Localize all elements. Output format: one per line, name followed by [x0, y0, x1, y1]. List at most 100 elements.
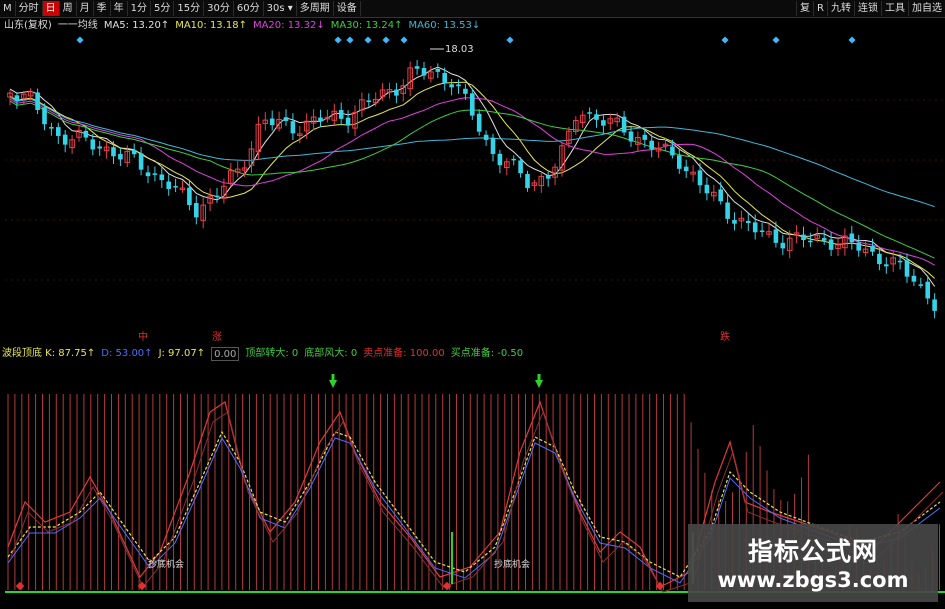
- candle: [138, 146, 144, 176]
- candle: [7, 90, 13, 106]
- candle-body: [366, 100, 372, 102]
- candle: [255, 116, 262, 160]
- candle-body: [56, 127, 61, 136]
- sell-arrow-stem: [331, 374, 335, 380]
- candle: [269, 110, 275, 131]
- candle-body: [642, 134, 648, 140]
- candle: [173, 178, 178, 193]
- candle-body: [884, 264, 889, 267]
- candlestick-chart[interactable]: 18.03 中 涨 跌: [0, 0, 945, 345]
- candle: [35, 88, 40, 114]
- candle-body: [511, 158, 516, 161]
- candle: [884, 257, 889, 274]
- candle-body: [470, 93, 475, 116]
- sell-arrow-stem: [537, 374, 541, 380]
- candle-body: [649, 140, 654, 150]
- candle: [228, 162, 234, 187]
- signal-dot: [848, 36, 856, 44]
- candle: [690, 165, 696, 182]
- candle: [76, 125, 82, 142]
- candle-body: [670, 146, 675, 156]
- candle: [573, 116, 579, 135]
- candle: [456, 79, 461, 94]
- candle-body: [594, 114, 599, 120]
- candle-body: [483, 134, 489, 140]
- candle-body: [628, 131, 634, 142]
- candle: [166, 174, 171, 196]
- candle-body: [732, 220, 737, 224]
- signal-dot: [346, 36, 354, 44]
- signal-dot: [772, 36, 780, 44]
- candle: [511, 155, 516, 166]
- candle: [234, 161, 241, 178]
- candle: [531, 179, 538, 192]
- candle: [766, 223, 772, 238]
- candle: [746, 213, 751, 231]
- candle-body: [111, 147, 116, 157]
- candle-body: [159, 174, 165, 181]
- candle: [394, 82, 399, 104]
- candle-body: [35, 92, 40, 111]
- candle-body: [42, 107, 47, 125]
- candle: [801, 226, 806, 248]
- candle: [14, 92, 20, 109]
- candle-body: [897, 260, 903, 263]
- candle: [470, 88, 475, 120]
- annotation-bottom-1: 抄底机会: [148, 558, 184, 570]
- signal-dot: [382, 36, 390, 44]
- candle: [152, 166, 158, 182]
- candle: [683, 159, 689, 178]
- candle: [649, 134, 654, 158]
- candle: [545, 171, 551, 187]
- candle-body: [801, 234, 806, 241]
- candle: [835, 237, 841, 257]
- candle-body: [456, 84, 461, 87]
- candle-body: [828, 239, 834, 250]
- candle: [587, 107, 592, 120]
- candle-body: [918, 284, 924, 286]
- candle: [421, 62, 427, 80]
- candle: [718, 181, 723, 205]
- indicator-legend-item: D: 53.00↑: [101, 348, 153, 359]
- candle-body: [435, 69, 441, 72]
- candle: [103, 141, 110, 159]
- candle: [324, 109, 331, 123]
- candle-body: [145, 172, 151, 177]
- candle-body: [621, 116, 627, 133]
- annotation-bottom-2: 抄底机会: [494, 558, 530, 570]
- candle: [483, 130, 489, 146]
- indicator-legend: 波段顶底 K: 87.75↑ D: 53.00↑ J: 97.07↑ 0.00 顶部转大…: [2, 347, 523, 361]
- candle: [856, 235, 861, 257]
- candle: [359, 92, 365, 118]
- candle: [449, 79, 454, 96]
- oscillator-signals: [15, 374, 694, 591]
- candle: [97, 140, 102, 156]
- candle: [842, 228, 848, 256]
- signal-dot: [76, 36, 84, 44]
- candle: [407, 61, 413, 97]
- candle: [145, 165, 151, 184]
- candle-body: [131, 149, 137, 155]
- candle-body: [490, 137, 496, 154]
- indicator-legend-item: 底部风大: 0: [304, 348, 358, 359]
- indicator-legend-item: 买点准备: -0.50: [450, 348, 524, 359]
- candle-body: [746, 220, 751, 224]
- candle: [725, 194, 730, 224]
- candle-body: [725, 202, 730, 219]
- price-high-text: 18.03: [445, 44, 474, 55]
- candle: [214, 187, 220, 203]
- candle: [49, 122, 54, 136]
- marker-middle: 涨: [212, 331, 222, 343]
- marker-left: 中: [138, 330, 148, 343]
- candle: [538, 173, 545, 193]
- candle-body: [925, 281, 930, 299]
- candle: [759, 222, 765, 237]
- candle-body: [345, 117, 351, 126]
- candle: [352, 105, 358, 137]
- candle: [200, 197, 206, 229]
- candle-body: [421, 68, 427, 76]
- candle: [476, 109, 482, 136]
- candle: [90, 133, 96, 156]
- candle: [435, 63, 441, 78]
- buy-signal: [15, 581, 25, 591]
